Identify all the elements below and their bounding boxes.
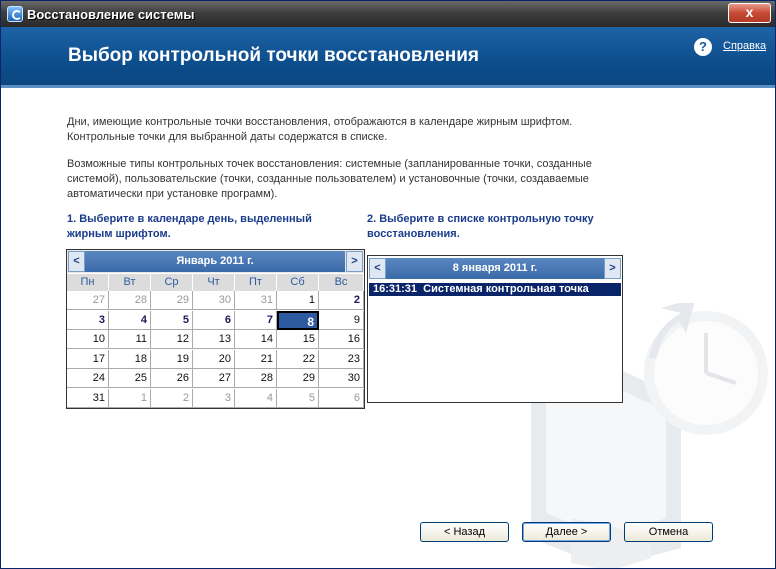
calendar-month-title: Январь 2011 г. — [85, 251, 345, 272]
calendar-day[interactable]: 3 — [67, 310, 109, 330]
wizard-header: Выбор контрольной точки восстановления ?… — [1, 27, 775, 88]
calendar-day[interactable]: 30 — [193, 291, 235, 310]
calendar-day[interactable]: 17 — [67, 349, 109, 369]
list-header: < 8 января 2011 г. > — [368, 256, 622, 281]
window-title: Восстановление системы — [27, 7, 195, 22]
cancel-button[interactable]: Отмена — [624, 522, 713, 542]
weekday-header: Пт — [235, 274, 277, 291]
calendar-day[interactable]: 16 — [319, 330, 364, 349]
calendar-day-selected[interactable]: 8 — [277, 310, 319, 330]
step1-instruction: 1. Выберите в календаре день, выделенный… — [67, 212, 312, 242]
calendar-day[interactable]: 9 — [319, 310, 364, 330]
calendar-day[interactable]: 20 — [193, 349, 235, 369]
system-restore-icon — [7, 6, 23, 22]
weekday-header: Ср — [151, 274, 193, 291]
calendar-day[interactable]: 2 — [151, 388, 193, 408]
calendar-day[interactable]: 31 — [235, 291, 277, 310]
weekday-header: Сб — [277, 274, 319, 291]
calendar-day[interactable]: 27 — [67, 291, 109, 310]
calendar-day[interactable]: 4 — [109, 310, 151, 330]
close-button[interactable]: x — [728, 3, 771, 23]
calendar-day[interactable]: 1 — [277, 291, 319, 310]
calendar-day[interactable]: 21 — [235, 349, 277, 369]
calendar-day[interactable]: 26 — [151, 369, 193, 388]
calendar-day[interactable]: 25 — [109, 369, 151, 388]
title-bar[interactable]: Восстановление системы x — [1, 1, 775, 27]
calendar-day[interactable]: 13 — [193, 330, 235, 349]
calendar: < Январь 2011 г. > Пн Вт Ср Чт Пт Сб Вс 27 28 29 3… — [66, 249, 365, 409]
calendar-day[interactable]: 18 — [109, 349, 151, 369]
calendar-prev-button[interactable]: < — [68, 251, 85, 272]
calendar-day[interactable]: 28 — [235, 369, 277, 388]
calendar-day[interactable]: 30 — [319, 369, 364, 388]
calendar-day[interactable]: 22 — [277, 349, 319, 369]
step2-line: 2. Выберите в списке контрольную точку — [367, 213, 594, 225]
weekday-header: Чт — [193, 274, 235, 291]
calendar-day[interactable]: 29 — [277, 369, 319, 388]
calendar-day[interactable]: 2 — [319, 291, 364, 310]
calendar-day[interactable]: 23 — [319, 349, 364, 369]
calendar-next-button[interactable]: > — [346, 251, 363, 272]
restore-point-list: < 8 января 2011 г. > 16:31:31 Системная … — [367, 255, 623, 403]
calendar-day[interactable]: 24 — [67, 369, 109, 388]
types-line: системой), пользовательские (точки, созд… — [67, 173, 589, 185]
step2-line: восстановления. — [367, 228, 460, 240]
calendar-day[interactable]: 29 — [151, 291, 193, 310]
types-line: Возможные типы контрольных точек восстан… — [67, 158, 592, 170]
calendar-day[interactable]: 6 — [193, 310, 235, 330]
step1-line: жирным шрифтом. — [67, 228, 171, 240]
list-prev-button[interactable]: < — [369, 258, 386, 279]
list-date-title: 8 января 2011 г. — [386, 258, 604, 279]
calendar-day[interactable]: 4 — [235, 388, 277, 408]
calendar-day[interactable]: 15 — [277, 330, 319, 349]
types-text: Возможные типы контрольных точек восстан… — [67, 157, 627, 202]
help-icon[interactable]: ? — [694, 38, 712, 56]
calendar-day[interactable]: 6 — [319, 388, 364, 408]
calendar-day[interactable]: 27 — [193, 369, 235, 388]
calendar-day[interactable]: 31 — [67, 388, 109, 408]
calendar-day[interactable]: 28 — [109, 291, 151, 310]
calendar-day[interactable]: 10 — [67, 330, 109, 349]
list-next-button[interactable]: > — [604, 258, 621, 279]
calendar-day[interactable]: 11 — [109, 330, 151, 349]
step1-line: 1. Выберите в календаре день, выделенный — [67, 213, 312, 225]
types-line: автоматически при установке программ). — [67, 188, 278, 200]
calendar-day[interactable]: 19 — [151, 349, 193, 369]
next-button[interactable]: Далее > — [522, 522, 611, 542]
calendar-day[interactable]: 7 — [235, 310, 277, 330]
calendar-day[interactable]: 12 — [151, 330, 193, 349]
calendar-day[interactable]: 5 — [277, 388, 319, 408]
help-link[interactable]: Справка — [723, 40, 766, 52]
calendar-day[interactable]: 3 — [193, 388, 235, 408]
intro-line: Контрольные точки для выбранной даты сод… — [67, 131, 388, 143]
calendar-header: < Январь 2011 г. > — [67, 250, 364, 273]
restore-point-item[interactable]: 16:31:31 Системная контрольная точка — [369, 283, 621, 296]
page-title: Выбор контрольной точки восстановления — [68, 45, 479, 66]
calendar-day[interactable]: 14 — [235, 330, 277, 349]
weekday-header: Вт — [109, 274, 151, 291]
restore-point-time: 16:31:31 — [373, 283, 418, 295]
wizard-content: Дни, имеющие контрольные точки восстанов… — [1, 88, 775, 568]
intro-line: Дни, имеющие контрольные точки восстанов… — [67, 116, 573, 128]
back-button[interactable]: < Назад — [420, 522, 509, 542]
calendar-day[interactable]: 5 — [151, 310, 193, 330]
step2-instruction: 2. Выберите в списке контрольную точку в… — [367, 212, 594, 242]
calendar-day[interactable]: 1 — [109, 388, 151, 408]
restore-point-description: Системная контрольная точка — [423, 283, 589, 295]
weekday-header: Пн — [67, 274, 109, 291]
system-restore-window: Восстановление системы x Выбор контрольн… — [0, 0, 776, 569]
intro-text: Дни, имеющие контрольные точки восстанов… — [67, 115, 627, 145]
weekday-header: Вс — [319, 274, 364, 291]
